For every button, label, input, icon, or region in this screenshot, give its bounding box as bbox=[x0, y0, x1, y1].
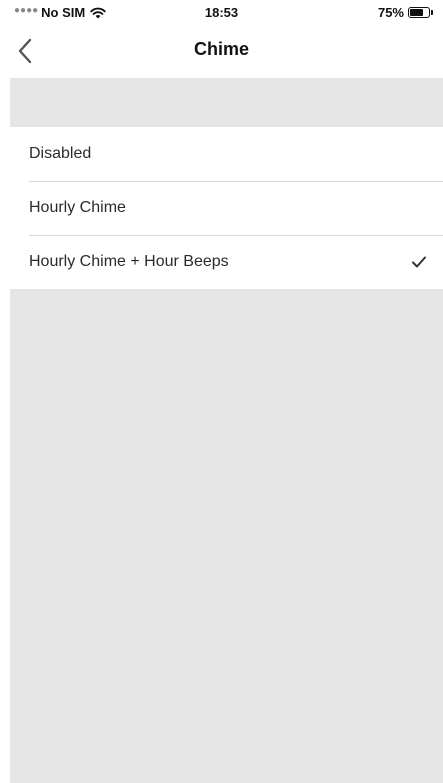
navigation-bar: Chime bbox=[0, 24, 443, 78]
empty-grouped-background bbox=[10, 289, 443, 783]
status-time: 18:53 bbox=[204, 5, 239, 20]
option-label: Hourly Chime + Hour Beeps bbox=[29, 253, 229, 270]
option-label: Hourly Chime bbox=[29, 199, 126, 216]
chime-options-list: Disabled Hourly Chime Hourly Chime + Hou… bbox=[10, 127, 443, 289]
option-hourly-chime-hour-beeps[interactable]: Hourly Chime + Hour Beeps bbox=[10, 235, 443, 289]
status-right: 75% bbox=[378, 5, 433, 20]
battery-cap bbox=[431, 10, 433, 15]
page-title: Chime bbox=[193, 39, 249, 59]
option-hourly-chime[interactable]: Hourly Chime bbox=[10, 181, 443, 235]
battery-percent: 75% bbox=[377, 5, 404, 20]
option-label: Disabled bbox=[29, 145, 92, 162]
checkmark-icon bbox=[412, 256, 426, 268]
battery-icon bbox=[408, 7, 430, 18]
battery-fill bbox=[410, 9, 423, 16]
option-disabled[interactable]: Disabled bbox=[10, 127, 443, 181]
section-header-spacer bbox=[10, 78, 443, 127]
status-bar: ●●●● No SIM 18:53 75% bbox=[0, 0, 443, 24]
